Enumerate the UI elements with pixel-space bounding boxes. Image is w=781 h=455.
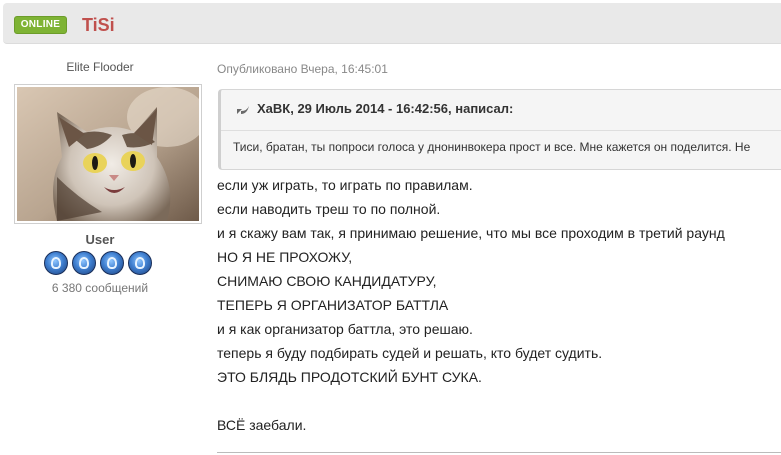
- post-date[interactable]: Опубликовано Вчера, 16:45:01: [217, 62, 388, 76]
- avatar[interactable]: [14, 84, 202, 224]
- rank-pip-icon: [128, 251, 152, 275]
- rank-pip-icon: [72, 251, 96, 275]
- post-line: если наводить треш то по полной.: [217, 201, 441, 217]
- post-line: и я как организатор баттла, это решаю.: [217, 321, 473, 337]
- post-line: ЭТО БЛЯДЬ ПРОДОТСКИЙ БУНТ СУКА.: [217, 369, 482, 385]
- signature-divider: [217, 452, 781, 453]
- post-line: ТЕПЕРЬ Я ОРГАНИЗАТОР БАТТЛА: [217, 297, 449, 313]
- quote-author: ХаВК, 29 Июль 2014 - 16:42:56, написал:: [257, 101, 514, 116]
- rank-pip-icon: [44, 251, 68, 275]
- online-status-badge: ONLINE: [14, 16, 67, 34]
- post-line: и я скажу вам так, я принимаю решение, ч…: [217, 225, 725, 241]
- group-name: User: [85, 232, 115, 247]
- cat-avatar-image: [17, 87, 199, 221]
- quote-arrow-icon[interactable]: [235, 102, 251, 116]
- rank-pip-icon: [100, 251, 124, 275]
- quote-block: ХаВК, 29 Июль 2014 - 16:42:56, написал: …: [218, 89, 781, 170]
- post-line: теперь я буду подбирать судей и решать, …: [217, 345, 603, 361]
- post-line: НО Я НЕ ПРОХОЖУ,: [217, 249, 353, 265]
- quote-header: ХаВК, 29 Июль 2014 - 16:42:56, написал:: [221, 90, 781, 131]
- username-link[interactable]: TiSi: [82, 13, 115, 37]
- post-line: ВСЁ заебали.: [217, 417, 307, 433]
- post-count: 6 380 сообщений: [51, 281, 149, 295]
- post-header: ONLINE TiSi: [3, 3, 781, 44]
- rank-pips: [44, 251, 159, 277]
- post-line: если уж играть, то играть по правилам.: [217, 177, 473, 193]
- post-line: СНИМАЮ СВОЮ КАНДИДАТУРУ,: [217, 273, 437, 289]
- rank-title: Elite Flooder: [66, 60, 134, 74]
- quote-text: Тиси, братан, ты попроси голоса у днонин…: [233, 140, 751, 154]
